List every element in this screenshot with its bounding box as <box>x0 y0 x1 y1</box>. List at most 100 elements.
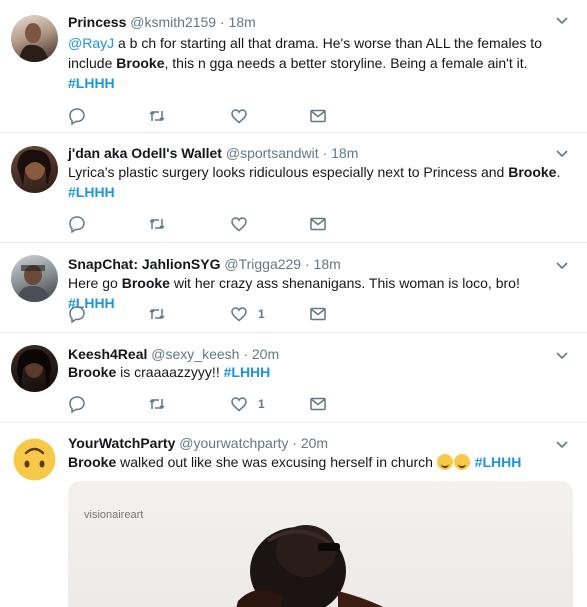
timestamp[interactable]: 18m <box>229 14 256 30</box>
reply-icon <box>69 396 85 413</box>
like-icon <box>231 217 247 232</box>
direct-message-button[interactable] <box>309 394 327 414</box>
retweet-icon <box>149 308 165 320</box>
text-segment: walked out like she was excusing herself… <box>116 454 437 470</box>
timestamp[interactable]: 20m <box>301 435 328 451</box>
retweet-icon <box>149 398 165 410</box>
tweet-text: Brooke is craaaazzyyy!! #LHHH <box>68 362 568 382</box>
chevron-down-icon[interactable] <box>554 347 570 363</box>
timestamp[interactable]: 18m <box>314 256 341 272</box>
user-handle[interactable]: @Trigga229 <box>224 256 301 272</box>
retweet-button[interactable] <box>148 304 166 324</box>
highlight-keyword: Brooke <box>68 364 117 380</box>
tweet-header: YourWatchParty @yourwatchparty · 20m <box>68 434 328 452</box>
tweet-actions: 1 <box>68 304 368 324</box>
direct-message-button[interactable] <box>309 106 327 126</box>
grinning-sweat-emoji <box>436 454 453 470</box>
like-button[interactable] <box>230 214 258 234</box>
highlight-keyword: Brooke <box>116 55 165 71</box>
tweet-text: Brooke walked out like she was excusing … <box>68 452 568 472</box>
reply-button[interactable] <box>68 394 86 414</box>
tweet-text: @RayJ a b ch for starting all that drama… <box>68 33 568 93</box>
separator: · <box>318 145 332 161</box>
avatar[interactable] <box>11 345 58 392</box>
reply-button[interactable] <box>68 304 86 324</box>
highlight-keyword: Brooke <box>121 275 170 291</box>
display-name[interactable]: j'dan aka Odell's Wallet <box>68 145 222 161</box>
avatar[interactable] <box>11 436 58 483</box>
like-button[interactable]: 1 <box>230 394 265 414</box>
direct-message-button[interactable] <box>309 304 327 324</box>
display-name[interactable]: Keesh4Real <box>68 346 147 362</box>
separator: · <box>288 435 301 451</box>
timestamp[interactable]: 18m <box>331 145 358 161</box>
message-icon <box>310 217 326 231</box>
chevron-down-icon[interactable] <box>554 257 570 273</box>
message-icon <box>310 307 326 321</box>
like-icon <box>231 109 247 124</box>
separator: · <box>216 14 229 30</box>
like-count: 1 <box>258 397 265 411</box>
timestamp[interactable]: 20m <box>252 346 279 362</box>
chevron-down-icon[interactable] <box>554 436 570 452</box>
avatar[interactable] <box>11 146 58 193</box>
tweet-text: Lyrica's plastic surgery looks ridiculou… <box>68 162 568 202</box>
tweet[interactable]: j'dan aka Odell's Wallet @sportsandwit ·… <box>0 133 587 243</box>
retweet-icon <box>149 218 165 230</box>
hashtag-link[interactable]: #LHHH <box>68 75 115 91</box>
message-icon <box>310 397 326 411</box>
tweet-actions <box>68 106 368 126</box>
mention-link[interactable]: @RayJ <box>68 35 114 51</box>
separator: · <box>239 346 252 362</box>
grinning-sweat-emoji <box>453 454 470 470</box>
reply-icon <box>69 108 85 125</box>
retweet-button[interactable] <box>148 106 166 126</box>
hashtag-link[interactable]: #LHHH <box>475 454 522 470</box>
tweet-header: SnapChat: JahlionSYG @Trigga229 · 18m <box>68 255 341 273</box>
avatar[interactable] <box>11 15 58 62</box>
upside-down-face-icon <box>13 438 56 481</box>
highlight-keyword: Brooke <box>508 164 557 180</box>
chevron-down-icon[interactable] <box>554 12 570 28</box>
like-button[interactable]: 1 <box>230 304 265 324</box>
tweet-header: Princess @ksmith2159 · 18m <box>68 13 256 31</box>
retweet-button[interactable] <box>148 214 166 234</box>
media-preview[interactable]: visionaireart <box>68 481 573 607</box>
tweet-header: Keesh4Real @sexy_keesh · 20m <box>68 345 279 363</box>
user-handle[interactable]: @yourwatchparty <box>179 435 288 451</box>
chevron-down-icon[interactable] <box>554 145 570 161</box>
user-handle[interactable]: @sportsandwit <box>226 145 319 161</box>
reply-icon <box>69 306 85 323</box>
text-segment: wit her crazy ass shenanigans. This woma… <box>169 275 520 291</box>
hashtag-link[interactable]: #LHHH <box>224 364 271 380</box>
timeline-feed: Princess @ksmith2159 · 18m @RayJ a b ch … <box>0 0 587 607</box>
separator: · <box>301 256 314 272</box>
reply-button[interactable] <box>68 214 86 234</box>
display-name[interactable]: Princess <box>68 14 126 30</box>
text-segment: Here go <box>68 275 122 291</box>
tweet-actions <box>68 214 368 234</box>
avatar[interactable] <box>11 255 58 302</box>
text-segment: Lyrica's plastic surgery looks ridiculou… <box>68 164 509 180</box>
like-icon <box>231 307 247 322</box>
text-segment: , this n gga needs a better storyline. B… <box>164 55 528 71</box>
retweet-button[interactable] <box>148 394 166 414</box>
tweet-actions: 1 <box>68 394 368 414</box>
tweet[interactable]: SnapChat: JahlionSYG @Trigga229 · 18m He… <box>0 243 587 333</box>
like-button[interactable] <box>230 106 258 126</box>
tweet[interactable]: Princess @ksmith2159 · 18m @RayJ a b ch … <box>0 0 587 133</box>
like-count: 1 <box>258 307 265 321</box>
tweet-header: j'dan aka Odell's Wallet @sportsandwit ·… <box>68 144 358 162</box>
tweet[interactable]: Keesh4Real @sexy_keesh · 20m Brooke is c… <box>0 333 587 423</box>
reply-button[interactable] <box>68 106 86 126</box>
retweet-icon <box>149 110 165 122</box>
direct-message-button[interactable] <box>309 214 327 234</box>
user-handle[interactable]: @ksmith2159 <box>130 14 216 30</box>
message-icon <box>310 109 326 123</box>
display-name[interactable]: YourWatchParty <box>68 435 175 451</box>
display-name[interactable]: SnapChat: JahlionSYG <box>68 256 220 272</box>
media-image <box>236 525 384 607</box>
text-segment: . <box>556 164 561 180</box>
user-handle[interactable]: @sexy_keesh <box>151 346 239 362</box>
hashtag-link[interactable]: #LHHH <box>68 184 115 200</box>
